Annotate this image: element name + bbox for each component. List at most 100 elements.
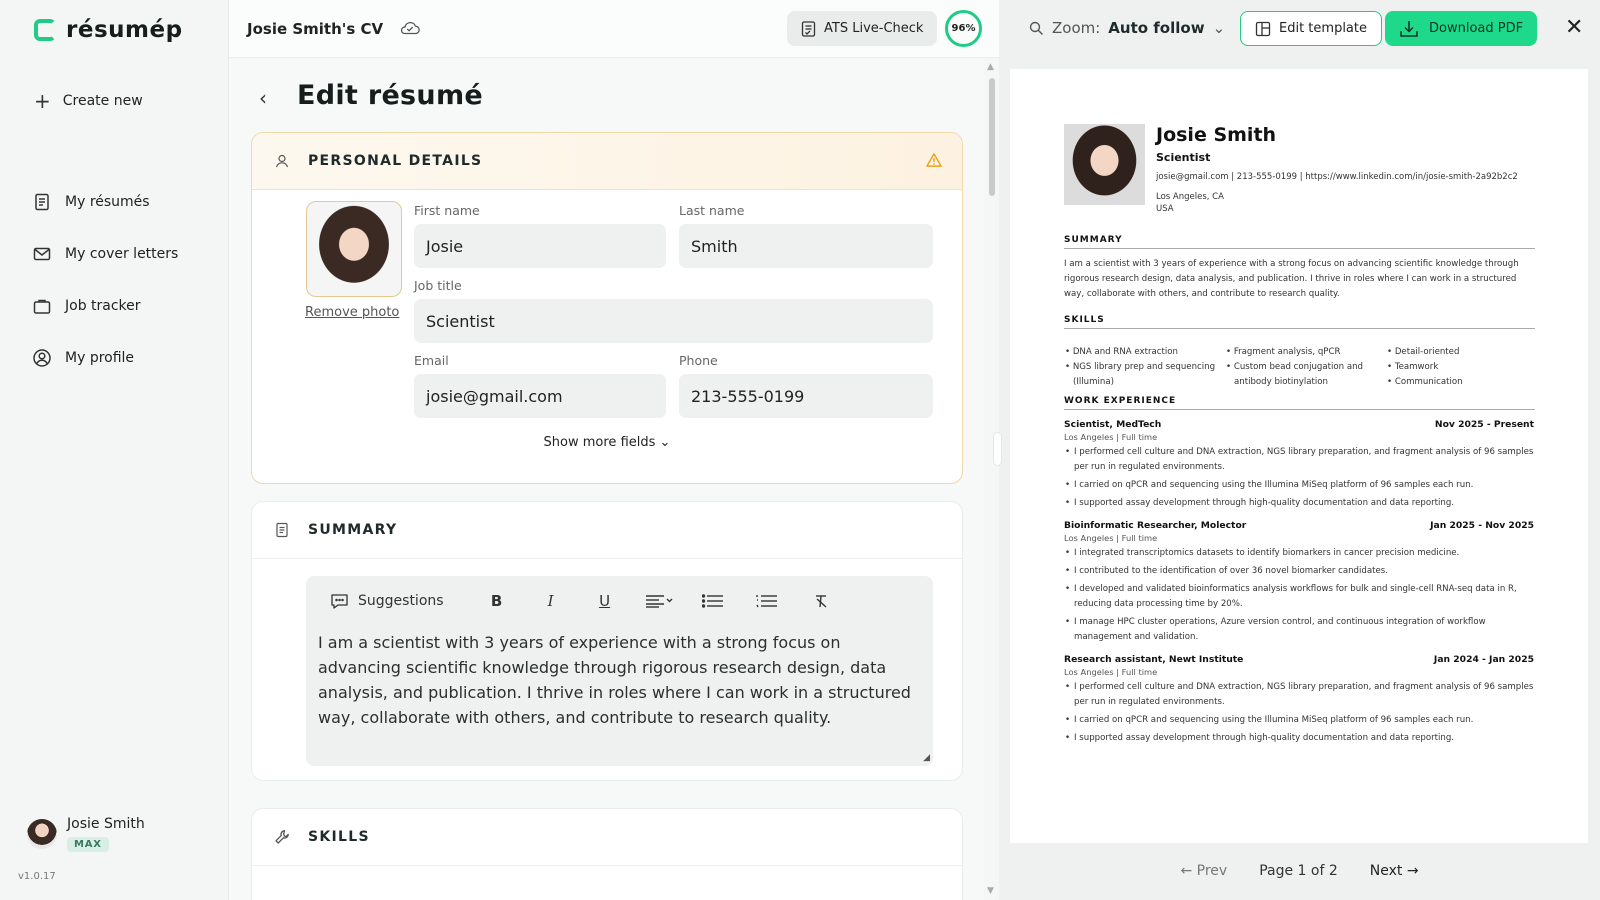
cv-job-title: Scientist — [1156, 151, 1211, 164]
briefcase-icon — [33, 299, 51, 314]
italic-button[interactable]: I — [524, 586, 578, 616]
job-title-input[interactable]: Scientist — [414, 299, 933, 343]
section-title: SUMMARY — [308, 522, 398, 538]
cv-section-heading: SUMMARY — [1064, 235, 1535, 249]
cv-skill: • Communication — [1387, 377, 1463, 387]
sidebar-item-my-profile[interactable]: My profile — [32, 332, 178, 384]
first-name-label: First name — [414, 203, 480, 218]
create-new-button[interactable]: + Create new — [34, 91, 143, 111]
scroll-thumb[interactable] — [989, 78, 995, 196]
profile-photo[interactable] — [306, 201, 402, 297]
page-title: Edit résumé — [297, 80, 483, 111]
clipboard-check-icon — [801, 21, 816, 37]
download-pdf-button[interactable]: Download PDF — [1385, 11, 1538, 46]
user-account[interactable]: Josie Smith MAX — [27, 816, 145, 852]
show-more-fields-button[interactable]: Show more fields ⌄ — [252, 435, 962, 450]
phone-label: Phone — [679, 353, 718, 368]
chat-bubble-icon — [331, 593, 348, 609]
remove-photo-link[interactable]: Remove photo — [305, 305, 399, 320]
last-name-field: Last name Smith — [679, 203, 933, 268]
personal-details-header[interactable]: PERSONAL DETAILS — [252, 133, 962, 190]
cv-photo — [1064, 124, 1145, 205]
logo-icon — [34, 19, 56, 41]
suggestions-button[interactable]: Suggestions — [330, 586, 444, 616]
cv-job-role: Scientist, MedTech — [1064, 419, 1162, 430]
summary-header[interactable]: SUMMARY — [252, 502, 962, 559]
document-title[interactable]: Josie Smith's CV — [247, 20, 383, 38]
cv-job-sub: Los Angeles | Full time — [1064, 667, 1158, 677]
clear-formatting-button[interactable] — [794, 586, 848, 616]
summary-rich-text-editor: Suggestions B I U I am a scientist with … — [306, 576, 933, 766]
sidebar-item-my-resumes[interactable]: My résumés — [32, 176, 178, 228]
cv-job-bullet: I supported assay development through hi… — [1064, 731, 1534, 746]
sidebar-item-cover-letters[interactable]: My cover letters — [32, 228, 178, 280]
bullet-list-button[interactable] — [686, 586, 740, 616]
cv-job-bullet: I supported assay development through hi… — [1064, 496, 1534, 511]
download-label: Download PDF — [1429, 21, 1524, 36]
cv-section-heading: WORK EXPERIENCE — [1064, 396, 1535, 410]
cv-job-bullet: I performed cell culture and DNA extract… — [1064, 680, 1534, 710]
warning-icon[interactable] — [926, 152, 942, 168]
edit-template-label: Edit template — [1279, 21, 1367, 36]
back-chevron-icon[interactable]: ‹ — [259, 86, 267, 110]
editor-scrollbar[interactable]: ▲ ▼ — [986, 62, 998, 896]
job-title-field: Job title Scientist — [414, 278, 933, 343]
cv-section-heading: SKILLS — [1064, 315, 1535, 329]
zoom-value: Auto follow — [1108, 19, 1205, 37]
bold-button[interactable]: B — [470, 586, 524, 616]
cv-job-bullet: I contributed to the identification of o… — [1064, 564, 1534, 579]
logo[interactable]: résumép — [34, 17, 183, 43]
scroll-down-arrow-icon[interactable]: ▼ — [987, 886, 994, 896]
underline-button[interactable]: U — [578, 586, 632, 616]
template-icon — [1255, 21, 1271, 36]
align-left-icon — [645, 595, 673, 608]
bold-icon: B — [490, 592, 503, 610]
document-icon — [276, 522, 288, 538]
cv-job-bullet: I carried on qPCR and sequencing using t… — [1064, 713, 1534, 728]
italic-icon: I — [547, 592, 554, 610]
zoom-dropdown[interactable]: Zoom: Auto follow ⌄ — [1029, 19, 1225, 37]
cv-contact: josie@gmail.com | 213-555-0199 | https:/… — [1156, 172, 1518, 182]
align-dropdown[interactable] — [632, 586, 686, 616]
cv-job-dates: Nov 2025 - Present — [1434, 419, 1534, 430]
cv-skill: • NGS library prep and sequencing (Illum… — [1065, 362, 1216, 387]
cv-job-bullet: I manage HPC cluster operations, Azure v… — [1064, 615, 1534, 645]
personal-details-section: PERSONAL DETAILS Remove photo First name… — [251, 132, 963, 484]
sidebar: résumép + Create new My résumés My cover… — [0, 0, 229, 900]
last-name-input[interactable]: Smith — [679, 224, 933, 268]
first-name-field: First name Josie — [414, 203, 666, 268]
numbered-list-button[interactable] — [740, 586, 794, 616]
next-page-button[interactable]: Next → — [1370, 863, 1419, 879]
summary-textarea[interactable]: I am a scientist with 3 years of experie… — [306, 626, 933, 734]
email-input[interactable]: josie@gmail.com — [414, 374, 666, 418]
cv-job: Bioinformatic Researcher, Molector Jan 20… — [1064, 520, 1534, 648]
resize-handle-icon[interactable]: ◢ — [923, 753, 930, 763]
user-icon — [275, 154, 289, 168]
sidebar-item-job-tracker[interactable]: Job tracker — [32, 280, 178, 332]
phone-input[interactable]: 213-555-0199 — [679, 374, 933, 418]
clear-format-icon — [815, 595, 827, 608]
cv-skill: • Fragment analysis, qPCR — [1226, 347, 1341, 357]
sidebar-item-label: My résumés — [65, 194, 150, 210]
close-icon[interactable]: ✕ — [1565, 15, 1583, 40]
cv-skills-col: • DNA and RNA extraction • NGS library p… — [1064, 345, 1225, 390]
plus-icon: + — [34, 89, 51, 113]
page-indicator: Page 1 of 2 — [1259, 863, 1338, 879]
ats-live-check-button[interactable]: ATS Live-Check — [787, 11, 938, 46]
cv-skill: • DNA and RNA extraction — [1065, 347, 1178, 357]
panel-resize-handle[interactable] — [993, 432, 1002, 466]
cv-job-bullet: I developed and validated bioinformatics… — [1064, 582, 1534, 612]
wrench-icon — [275, 830, 289, 844]
scroll-up-arrow-icon[interactable]: ▲ — [987, 62, 994, 72]
rte-toolbar: Suggestions B I U — [306, 576, 933, 626]
cv-job: Research assistant, Newt Institute Jan 20… — [1064, 654, 1534, 749]
skills-header[interactable]: SKILLS — [252, 809, 962, 866]
cv-job-bullet: I performed cell culture and DNA extract… — [1064, 445, 1534, 475]
edit-template-button[interactable]: Edit template — [1240, 11, 1382, 46]
ats-score-badge[interactable]: 96% — [945, 10, 982, 47]
prev-page-button[interactable]: ← Prev — [1180, 863, 1227, 879]
cv-job-dates: Jan 2024 - Jan 2025 — [1433, 654, 1534, 665]
first-name-input[interactable]: Josie — [414, 224, 666, 268]
ats-label: ATS Live-Check — [824, 21, 924, 36]
cv-skill: • Custom bead conjugation and antibody b… — [1226, 362, 1364, 387]
